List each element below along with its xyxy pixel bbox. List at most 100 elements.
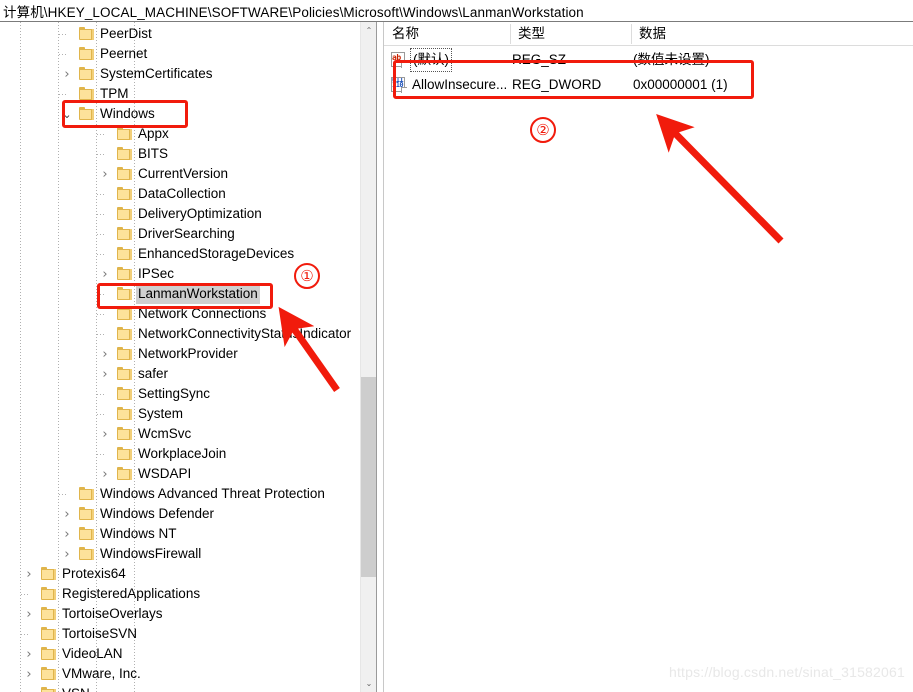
tree-item-label: WorkplaceJoin — [138, 446, 227, 461]
tree-item-label: Windows — [100, 106, 155, 121]
tree-item-peernet[interactable]: Peernet — [0, 44, 360, 64]
chevron-right-icon[interactable]: › — [98, 264, 112, 284]
tree-item-ipsec[interactable]: › IPSec — [0, 264, 360, 284]
tree-connector-line — [97, 394, 105, 395]
tree-item-label: Protexis64 — [62, 566, 126, 581]
folder-icon — [117, 387, 132, 400]
chevron-right-icon[interactable]: › — [22, 664, 36, 684]
value-row[interactable]: ab (默认) REG_SZ (数值未设置) — [384, 48, 913, 72]
folder-icon — [117, 427, 132, 440]
tree-item-label: PeerDist — [100, 26, 152, 41]
tree-item-lanmanworkstation[interactable]: LanmanWorkstation — [0, 284, 360, 304]
scroll-up-arrow-icon[interactable]: ⌃ — [361, 22, 377, 39]
tree-item-tortoisesvn[interactable]: TortoiseSVN — [0, 624, 360, 644]
tree-item-label: DriverSearching — [138, 226, 235, 241]
chevron-right-icon[interactable]: › — [22, 604, 36, 624]
chevron-right-icon[interactable]: › — [22, 564, 36, 584]
tree-item-label: WcmSvc — [138, 426, 192, 441]
tree-connector-line — [97, 454, 105, 455]
tree-item-label: VMware, Inc. — [62, 666, 141, 681]
chevron-right-icon[interactable]: › — [60, 524, 74, 544]
tree-item-networkprovider[interactable]: › NetworkProvider — [0, 344, 360, 364]
tree-item-bits[interactable]: BITS — [0, 144, 360, 164]
tree-item-settingsync[interactable]: SettingSync — [0, 384, 360, 404]
tree-item-peerdist[interactable]: PeerDist — [0, 24, 360, 44]
tree-item-system[interactable]: System — [0, 404, 360, 424]
tree-item-windows-advanced-threat-protection[interactable]: Windows Advanced Threat Protection — [0, 484, 360, 504]
column-header-type[interactable]: 类型 — [510, 22, 631, 46]
tree-item-currentversion[interactable]: › CurrentVersion — [0, 164, 360, 184]
tree-item-label: WSDAPI — [138, 466, 192, 481]
registry-values-list[interactable]: 名称 类型 数据 ab (默认) REG_SZ (数值未设置) 011 110 AllowI… — [384, 22, 913, 692]
tree-connector-line — [97, 334, 105, 335]
folder-icon — [41, 567, 56, 580]
value-data: 0x00000001 (1) — [633, 77, 728, 92]
tree-item-windows[interactable]: ⌄ Windows — [0, 104, 360, 124]
column-header-name[interactable]: 名称 — [384, 22, 510, 46]
scroll-down-arrow-icon[interactable]: ⌄ — [361, 675, 377, 692]
column-header-data[interactable]: 数据 — [631, 22, 913, 46]
tree-item-tortoiseoverlays[interactable]: › TortoiseOverlays — [0, 604, 360, 624]
tree-item-systemcertificates[interactable]: › SystemCertificates — [0, 64, 360, 84]
tree-item-label: NetworkConnectivityStatusIndicator — [138, 326, 352, 341]
tree-item-enhancedstoragedevices[interactable]: EnhancedStorageDevices — [0, 244, 360, 264]
tree-item-networkconnectivitystatusindicator[interactable]: NetworkConnectivityStatusIndicator — [0, 324, 360, 344]
value-name[interactable]: AllowInsecure... — [410, 73, 509, 97]
folder-icon — [117, 247, 132, 260]
tree-connector-line — [97, 414, 105, 415]
tree-item-appx[interactable]: Appx — [0, 124, 360, 144]
chevron-right-icon[interactable]: › — [98, 364, 112, 384]
pane-splitter[interactable] — [376, 22, 384, 692]
address-bar[interactable]: 计算机\HKEY_LOCAL_MACHINE\SOFTWARE\Policies… — [0, 0, 913, 22]
folder-icon — [79, 67, 94, 80]
tree-item-wcmsvc[interactable]: › WcmSvc — [0, 424, 360, 444]
tree-item-label: SystemCertificates — [100, 66, 213, 81]
tree-item-vsn[interactable]: VSN — [0, 684, 360, 692]
tree-item-windows-defender[interactable]: › Windows Defender — [0, 504, 360, 524]
tree-item-workplacejoin[interactable]: WorkplaceJoin — [0, 444, 360, 464]
folder-icon — [79, 27, 94, 40]
tree-item-driversearching[interactable]: DriverSearching — [0, 224, 360, 244]
tree-item-safer[interactable]: › safer — [0, 364, 360, 384]
registry-key-tree[interactable]: PeerDist Peernet › SystemCertificates TPM ⌄ Wi… — [0, 22, 360, 692]
tree-connector-line — [97, 314, 105, 315]
chevron-right-icon[interactable]: › — [98, 164, 112, 184]
string-value-icon: ab — [390, 52, 407, 68]
tree-item-label: BITS — [138, 146, 169, 161]
tree-item-vmware-inc[interactable]: › VMware, Inc. — [0, 664, 360, 684]
tree-item-deliveryoptimization[interactable]: DeliveryOptimization — [0, 204, 360, 224]
tree-item-tpm[interactable]: TPM — [0, 84, 360, 104]
tree-item-windows-nt[interactable]: › Windows NT — [0, 524, 360, 544]
tree-item-label: Windows NT — [100, 526, 177, 541]
folder-icon — [117, 147, 132, 160]
chevron-right-icon[interactable]: › — [22, 644, 36, 664]
tree-item-registeredapplications[interactable]: RegisteredApplications — [0, 584, 360, 604]
folder-icon — [117, 367, 132, 380]
chevron-right-icon[interactable]: › — [98, 464, 112, 484]
folder-icon — [117, 187, 132, 200]
chevron-right-icon[interactable]: › — [60, 504, 74, 524]
chevron-right-icon[interactable]: › — [60, 544, 74, 564]
tree-item-windowsfirewall[interactable]: › WindowsFirewall — [0, 544, 360, 564]
tree-connector-line — [97, 234, 105, 235]
scrollbar-thumb[interactable] — [361, 377, 377, 577]
chevron-right-icon[interactable]: › — [60, 64, 74, 84]
chevron-right-icon[interactable]: › — [98, 424, 112, 444]
folder-icon — [41, 647, 56, 660]
chevron-down-icon[interactable]: ⌄ — [60, 104, 74, 124]
tree-item-network-connections[interactable]: Network Connections — [0, 304, 360, 324]
value-name[interactable]: (默认) — [410, 48, 452, 72]
folder-icon — [117, 407, 132, 420]
folder-icon — [79, 507, 94, 520]
tree-item-label: System — [138, 406, 184, 421]
value-row[interactable]: 011 110 AllowInsecure... REG_DWORD 0x0000000… — [384, 73, 913, 97]
tree-item-protexis64[interactable]: › Protexis64 — [0, 564, 360, 584]
tree-item-videolan[interactable]: › VideoLAN — [0, 644, 360, 664]
tree-item-label: WindowsFirewall — [100, 546, 202, 561]
tree-item-datacollection[interactable]: DataCollection — [0, 184, 360, 204]
tree-vertical-scrollbar[interactable]: ⌃ ⌄ — [360, 22, 377, 692]
tree-item-label: TortoiseOverlays — [62, 606, 163, 621]
tree-item-label: IPSec — [138, 266, 175, 281]
tree-item-wsdapi[interactable]: › WSDAPI — [0, 464, 360, 484]
chevron-right-icon[interactable]: › — [98, 344, 112, 364]
